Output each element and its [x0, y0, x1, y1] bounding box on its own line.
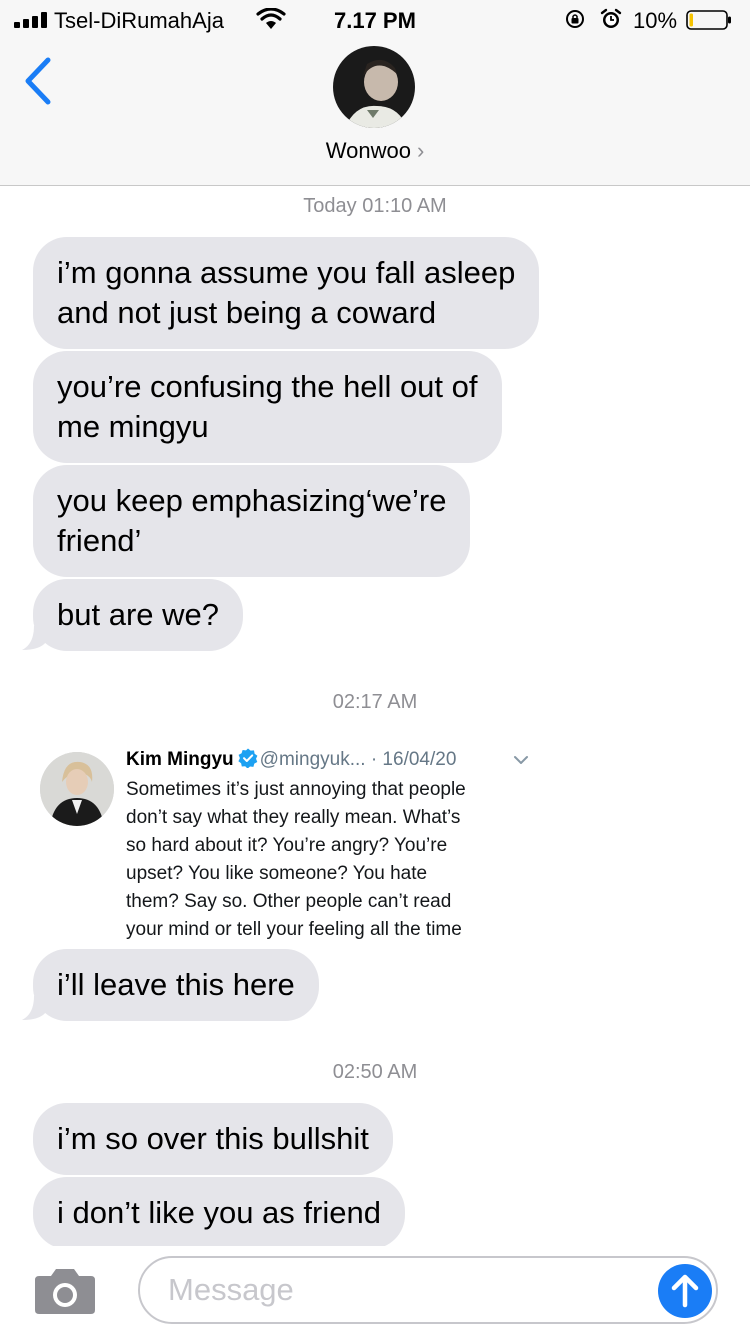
message-bubble[interactable]: i don’t like you as friend — [33, 1177, 405, 1249]
verified-badge-icon — [238, 748, 258, 768]
tweet-text-line: your mind or tell your feeling all the t… — [126, 919, 462, 940]
chevron-left-icon — [25, 57, 51, 105]
message-line: i’ll leave this here — [57, 967, 295, 1002]
message-line: friend’ — [57, 523, 142, 558]
message-line: and not just being a coward — [57, 295, 437, 330]
message-input[interactable] — [138, 1256, 718, 1324]
chevron-down-icon[interactable] — [512, 752, 530, 768]
message-bubble[interactable]: i’m gonna assume you fall asleep and not… — [33, 237, 540, 349]
camera-button[interactable] — [33, 1266, 97, 1316]
bubble-tail — [22, 626, 46, 650]
tweet-text-line: upset? You like someone? You hate — [126, 863, 428, 884]
message-bubble[interactable]: i’m so over this bullshit — [33, 1103, 393, 1175]
message-line: i don’t like you as friend — [57, 1195, 381, 1230]
status-bar: Tsel-DiRumahAja 7.17 PM 10% — [0, 0, 750, 40]
clock: 7.17 PM — [334, 8, 416, 33]
message-line: i’m so over this bullshit — [57, 1121, 369, 1156]
bubble-tail — [22, 996, 46, 1020]
contact-name: Wonwoo — [325, 138, 411, 163]
message-line: you keep emphasizing‘we’re — [57, 483, 447, 518]
tweet-text-line: don’t say what they really mean. What’s — [126, 807, 461, 828]
tweet-card[interactable]: Kim Mingyu @mingyuk... · 16/04/20 Someti… — [40, 738, 530, 948]
tweet-text-line: them? Say so. Other people can’t read — [126, 891, 452, 912]
timestamp: 02:17 AM — [332, 691, 418, 713]
battery-percent: 10% — [633, 8, 678, 33]
tweet-text-line: so hard about it? You’re angry? You’re — [126, 835, 448, 856]
compose-bar — [0, 1246, 750, 1334]
arrow-up-icon — [671, 1274, 699, 1308]
message-bubble[interactable]: you keep emphasizing‘we’re friend’ — [33, 465, 471, 577]
tweet-avatar — [40, 752, 114, 826]
tweet-date: · 16/04/20 — [370, 749, 457, 770]
message-line: but are we? — [57, 597, 219, 632]
alarm-icon — [600, 8, 622, 28]
message-line: me mingyu — [57, 409, 209, 444]
back-button[interactable] — [22, 56, 54, 106]
camera-icon — [35, 1269, 95, 1314]
contact-name-button[interactable]: Wonwoo › — [0, 138, 750, 164]
timestamp: Today 01:10 AM — [303, 195, 447, 217]
message-bubble[interactable]: but are we? — [33, 579, 243, 651]
carrier-name: Tsel-DiRumahAja — [54, 8, 224, 33]
contact-avatar[interactable] — [333, 46, 415, 128]
tweet-header: Kim Mingyu @mingyuk... · 16/04/20 — [126, 748, 456, 771]
tweet-handle: @mingyuk... — [259, 749, 366, 770]
message-bubble[interactable]: i’ll leave this here — [33, 949, 319, 1021]
tweet-text-line: Sometimes it’s just annoying that people — [126, 779, 466, 800]
message-line: you’re confusing the hell out of — [57, 369, 478, 404]
message-bubble[interactable]: you’re confusing the hell out of me ming… — [33, 351, 502, 463]
send-button[interactable] — [658, 1264, 712, 1318]
timestamp: 02:50 AM — [332, 1061, 418, 1083]
tweet-author-name: Kim Mingyu — [126, 749, 234, 770]
signal-icon — [14, 12, 48, 28]
wifi-icon — [256, 8, 286, 29]
message-line: i’m gonna assume you fall asleep — [57, 255, 516, 290]
rotation-lock-icon — [566, 10, 584, 28]
chevron-right-icon: › — [416, 138, 425, 163]
tweet-text: Sometimes it’s just annoying that people… — [126, 776, 526, 944]
battery-icon — [686, 10, 731, 30]
